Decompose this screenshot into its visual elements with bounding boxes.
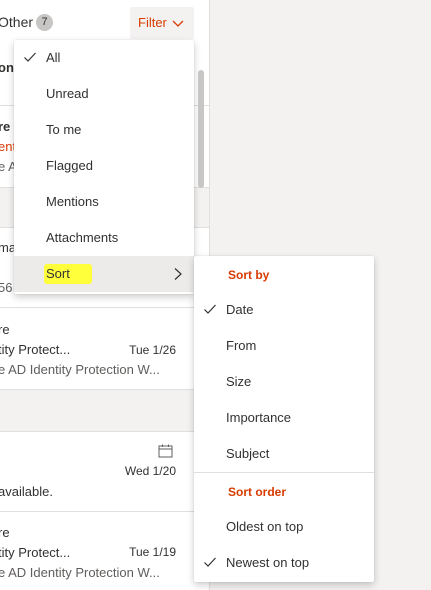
- list-item-subject: tity Protect...: [0, 545, 71, 560]
- filter-option-sort[interactable]: Sort: [14, 256, 194, 292]
- filter-button[interactable]: Filter: [130, 7, 194, 39]
- sort-by-header: Sort by: [228, 268, 270, 282]
- sort-option-label: Importance: [226, 410, 292, 425]
- check-icon: [204, 304, 216, 314]
- list-item[interactable]: re tity Protect... Tue 1/19 e AD Identit…: [0, 512, 209, 590]
- sort-by-date[interactable]: Date: [194, 292, 374, 328]
- filter-option-label: Sort: [46, 266, 70, 281]
- sort-by-from[interactable]: From: [194, 328, 374, 364]
- filter-option-label: Attachments: [46, 230, 119, 245]
- list-item-date: Tue 1/19: [129, 545, 176, 559]
- tab-other[interactable]: Other: [0, 14, 33, 30]
- filter-button-label: Filter: [138, 15, 167, 30]
- list-item-sender: re: [0, 322, 10, 337]
- chevron-down-icon: [172, 20, 184, 27]
- calendar-icon: [158, 444, 173, 458]
- sort-by-size[interactable]: Size: [194, 364, 374, 400]
- filter-option-attachments[interactable]: Attachments: [14, 220, 194, 256]
- sort-order-newest[interactable]: Newest on top: [194, 545, 374, 581]
- filter-menu: All Unread To me Flagged Mentions Attach…: [14, 40, 204, 294]
- list-item-preview: available.: [0, 484, 53, 499]
- filter-option-label: To me: [46, 122, 82, 137]
- filter-option-label: Mentions: [46, 194, 99, 209]
- group-header: [0, 390, 209, 432]
- other-unread-count-badge: 7: [36, 14, 53, 31]
- filter-option-to-me[interactable]: To me: [14, 112, 194, 148]
- chevron-right-icon: [174, 268, 182, 280]
- sort-option-label: Subject: [226, 446, 270, 461]
- sort-option-label: Newest on top: [226, 555, 310, 570]
- sort-by-importance[interactable]: Importance: [194, 400, 374, 436]
- list-item-preview: 56: [0, 280, 13, 295]
- sort-order-header: Sort order: [228, 485, 287, 499]
- menu-scrollbar[interactable]: [198, 70, 204, 188]
- sort-option-label: From: [226, 338, 257, 353]
- filter-option-flagged[interactable]: Flagged: [14, 148, 194, 184]
- sort-order-oldest[interactable]: Oldest on top: [194, 509, 374, 545]
- filter-option-label: Flagged: [46, 158, 93, 173]
- list-item-date: Wed 1/20: [124, 464, 176, 478]
- sort-option-label: Size: [226, 374, 252, 389]
- sort-option-label: Oldest on top: [226, 519, 304, 534]
- sort-option-label: Date: [226, 302, 254, 317]
- filter-option-label: All: [46, 50, 61, 65]
- sort-submenu: Sort by Date From Size Importance Subjec…: [194, 256, 374, 582]
- list-item[interactable]: Wed 1/20 available.: [0, 432, 209, 512]
- list-item-preview: e AD Identity Protection W...: [0, 362, 160, 377]
- filter-option-label: Unread: [46, 86, 89, 101]
- menu-divider: [194, 472, 374, 473]
- check-icon: [24, 52, 36, 62]
- filter-option-unread[interactable]: Unread: [14, 76, 194, 112]
- filter-option-all[interactable]: All: [14, 40, 194, 76]
- sort-by-subject[interactable]: Subject: [194, 436, 374, 472]
- list-item-sender: re: [0, 525, 10, 540]
- filter-option-mentions[interactable]: Mentions: [14, 184, 194, 220]
- check-icon: [204, 557, 216, 567]
- list-item-sender: re: [0, 119, 11, 134]
- list-item[interactable]: re tity Protect... Tue 1/26 e AD Identit…: [0, 308, 209, 390]
- list-item-date: Tue 1/26: [129, 343, 176, 357]
- mail-list-header: Other 7 Filter: [0, 0, 209, 44]
- list-item-subject: tity Protect...: [0, 342, 71, 357]
- list-item-preview: e AD Identity Protection W...: [0, 565, 160, 580]
